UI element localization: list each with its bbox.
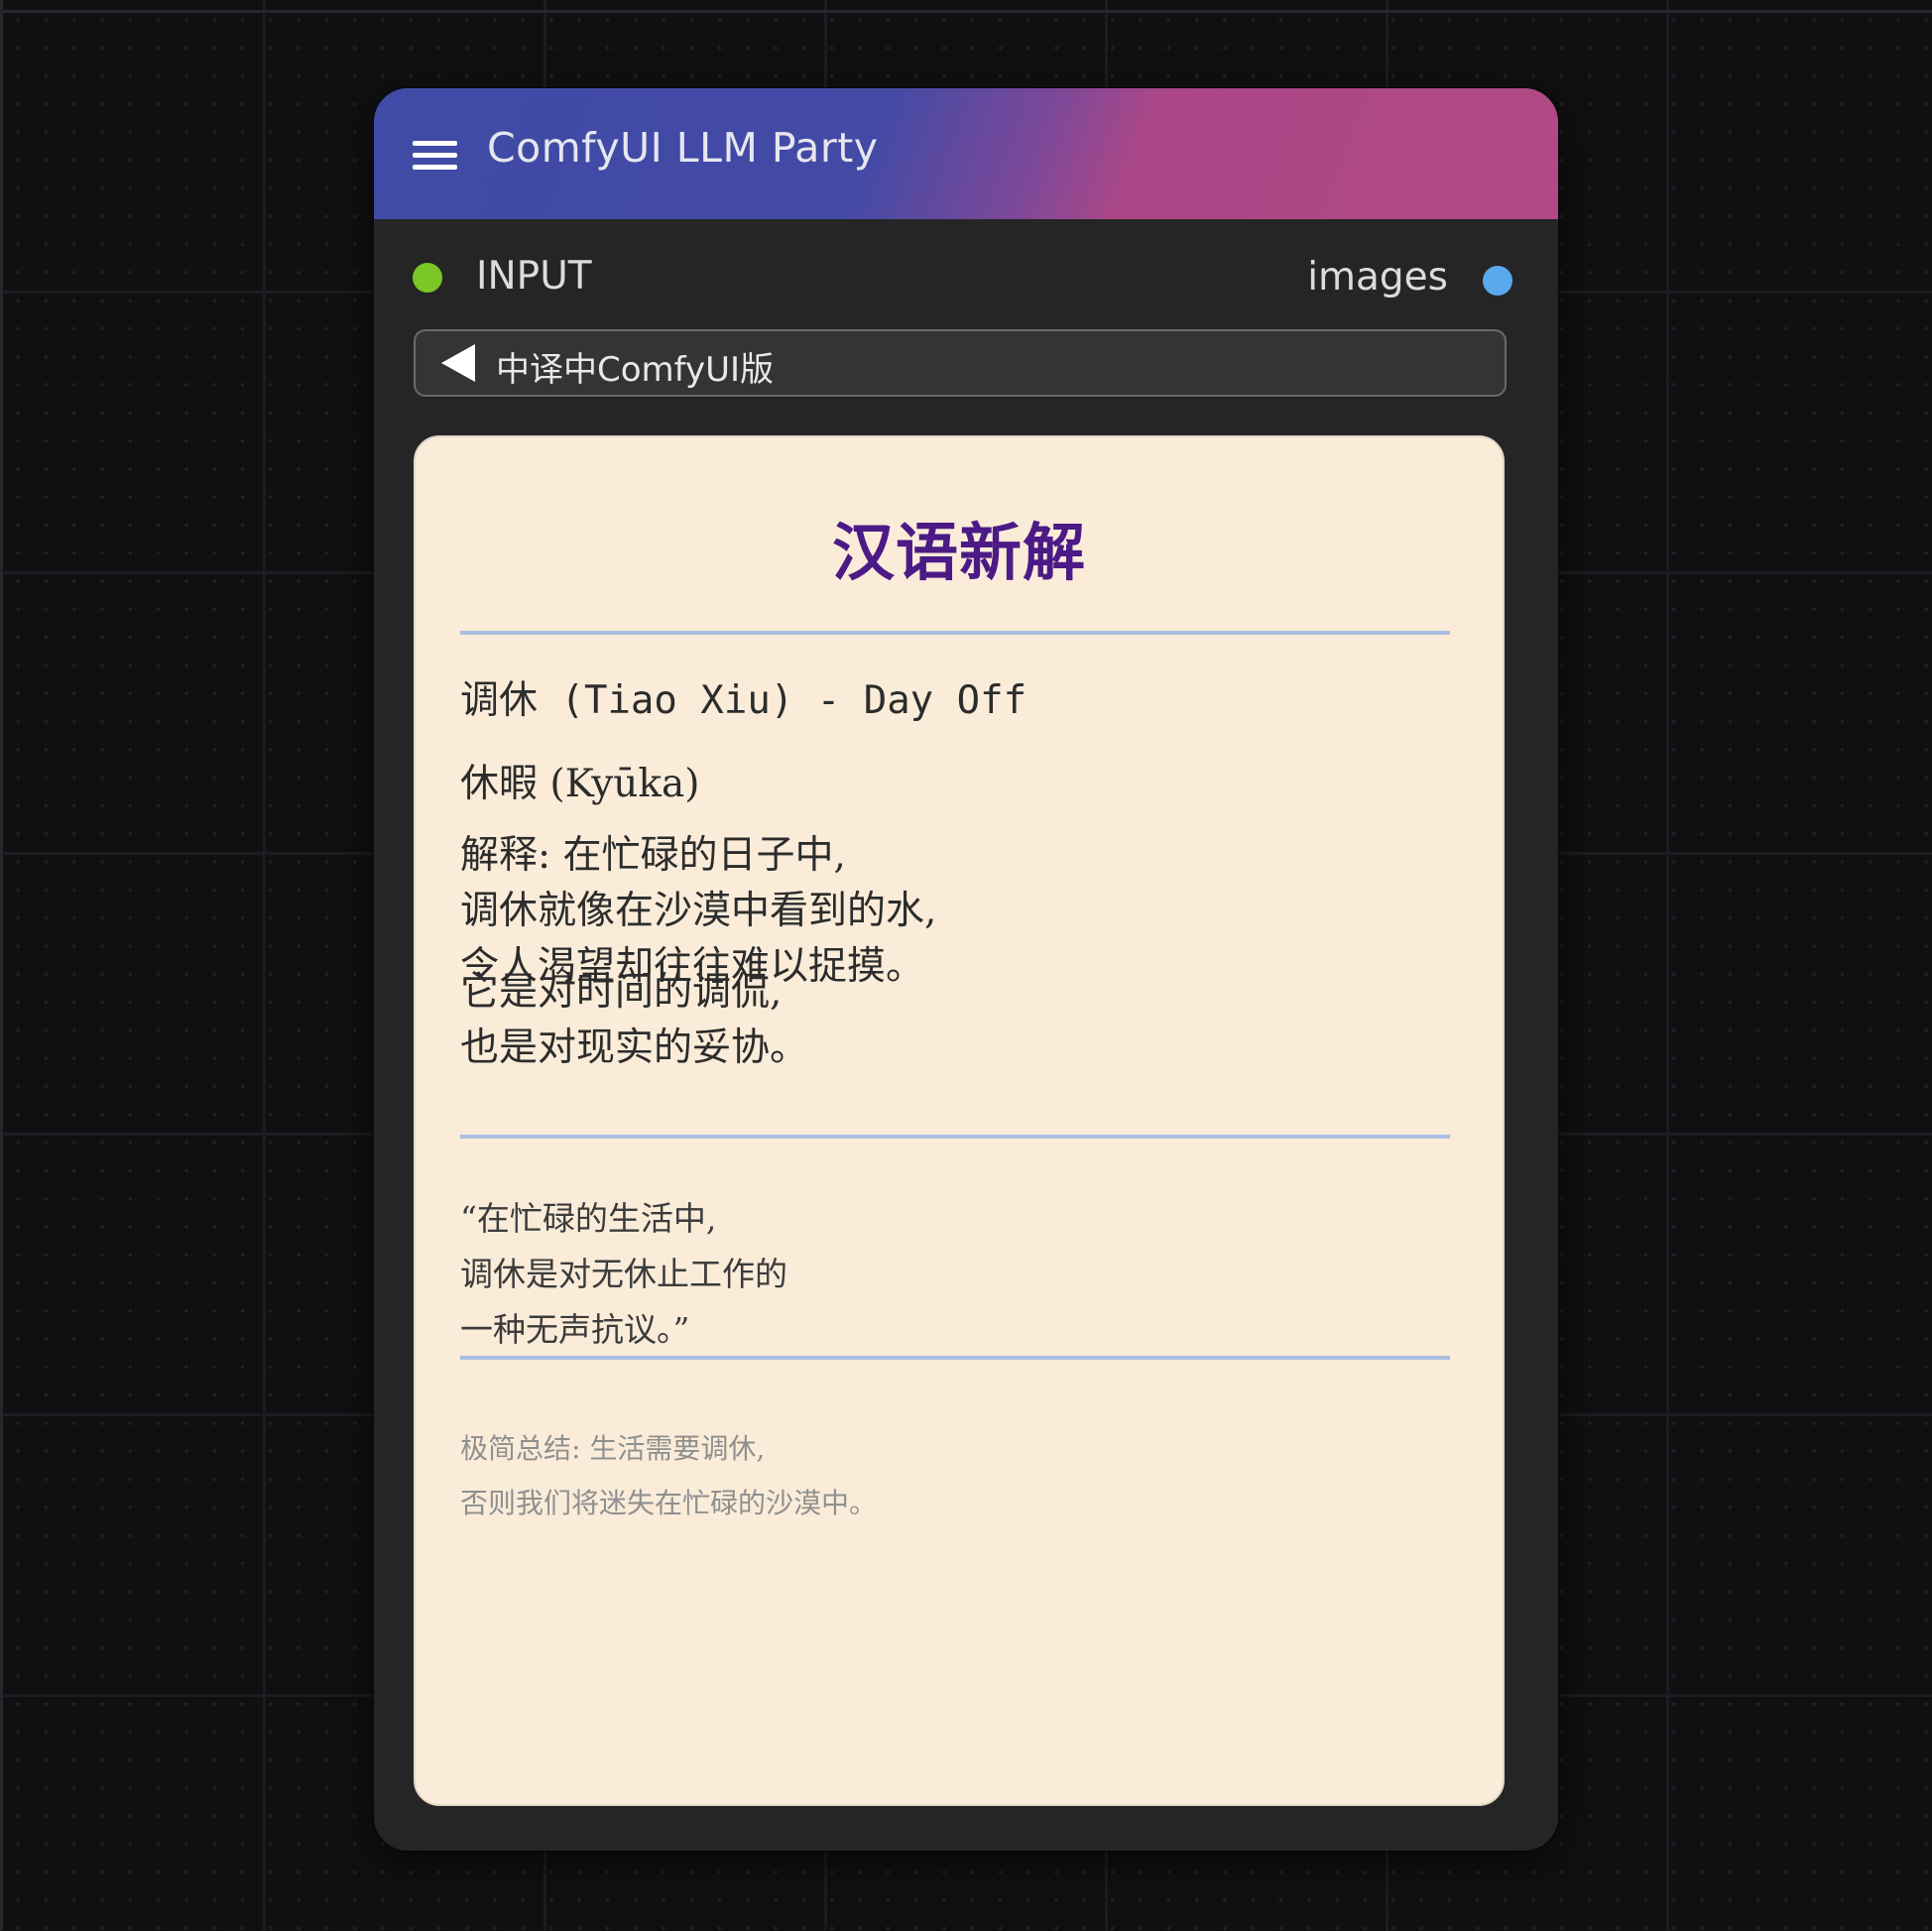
divider: [460, 1135, 1450, 1139]
node-title: ComfyUI LLM Party: [487, 124, 879, 172]
summary-text: 极简总结: 生活需要调休, 否则我们将迷失在忙碌的沙漠中。: [460, 1421, 877, 1530]
summary-line: 否则我们将迷失在忙碌的沙漠中。: [460, 1487, 878, 1519]
divider: [460, 631, 1450, 635]
word-heading: 调休 (Tiao Xiu) - Day Off: [460, 678, 1027, 723]
input-slot-dot[interactable]: [413, 263, 442, 293]
explanation-line: 调休就像在沙漠中看到的水,: [460, 889, 937, 933]
image-preview-card: 汉语新解 调休 (Tiao Xiu) - Day Off 休暇 (Kyūka) …: [414, 435, 1505, 1806]
llm-party-node[interactable]: ComfyUI LLM Party INPUT images 中译中ComfyU…: [374, 88, 1558, 1851]
card-title: 汉语新解: [832, 517, 1086, 589]
quote-line: “在忙碌的生活中,: [460, 1199, 717, 1238]
quote-text: “在忙碌的生活中, 调休是对无休止工作的 一种无声抗议。”: [460, 1191, 787, 1358]
node-header[interactable]: ComfyUI LLM Party: [374, 88, 1558, 219]
input-slot-label: INPUT: [476, 254, 592, 299]
explanation-line: 它是对时间的调侃,: [460, 970, 783, 1015]
menu-icon[interactable]: [413, 141, 457, 175]
widget-value: 中译中ComfyUI版: [496, 350, 775, 390]
word-subheading: 休暇 (Kyūka): [460, 762, 700, 806]
summary-line: 极简总结: 生活需要调休,: [460, 1432, 766, 1465]
output-slot-label: images: [1307, 255, 1448, 300]
output-slot-dot[interactable]: [1483, 266, 1512, 296]
quote-line: 一种无声抗议。”: [460, 1310, 690, 1349]
divider: [460, 1356, 1450, 1360]
explanation-text-2: 它是对时间的调侃, 也是对现实的妥协。: [460, 965, 808, 1076]
quote-line: 调休是对无休止工作的: [460, 1255, 787, 1293]
left-arrow-icon[interactable]: [441, 344, 475, 382]
explanation-line: 解释: 在忙碌的日子中,: [460, 833, 846, 878]
explanation-line: 也是对现实的妥协。: [460, 1026, 809, 1070]
template-combo-widget[interactable]: 中译中ComfyUI版: [414, 329, 1507, 397]
